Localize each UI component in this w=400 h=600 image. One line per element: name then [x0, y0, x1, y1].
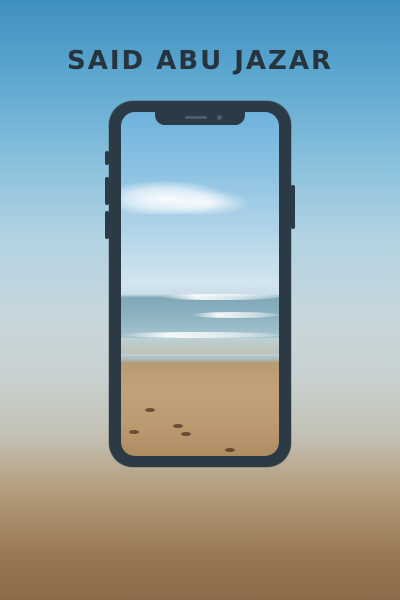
- shoreline: [121, 338, 279, 354]
- front-camera-icon: [217, 115, 222, 120]
- phone-volume-up-button: [105, 177, 109, 205]
- page-title: SAID ABU JAZAR: [66, 46, 334, 76]
- footprint: [129, 430, 139, 434]
- phone-power-button: [291, 185, 295, 229]
- footprint: [181, 432, 191, 436]
- phone-mockup: [105, 101, 295, 467]
- speaker-grille: [185, 116, 207, 119]
- wave: [161, 294, 279, 300]
- wave: [191, 312, 279, 318]
- cloud: [161, 190, 251, 216]
- phone-mute-switch: [105, 151, 109, 165]
- footprint: [173, 424, 183, 428]
- footprint: [225, 448, 235, 452]
- phone-volume-down-button: [105, 211, 109, 239]
- phone-notch: [155, 112, 245, 125]
- footprint: [145, 408, 155, 412]
- phone-screen-beach-image: [121, 112, 279, 456]
